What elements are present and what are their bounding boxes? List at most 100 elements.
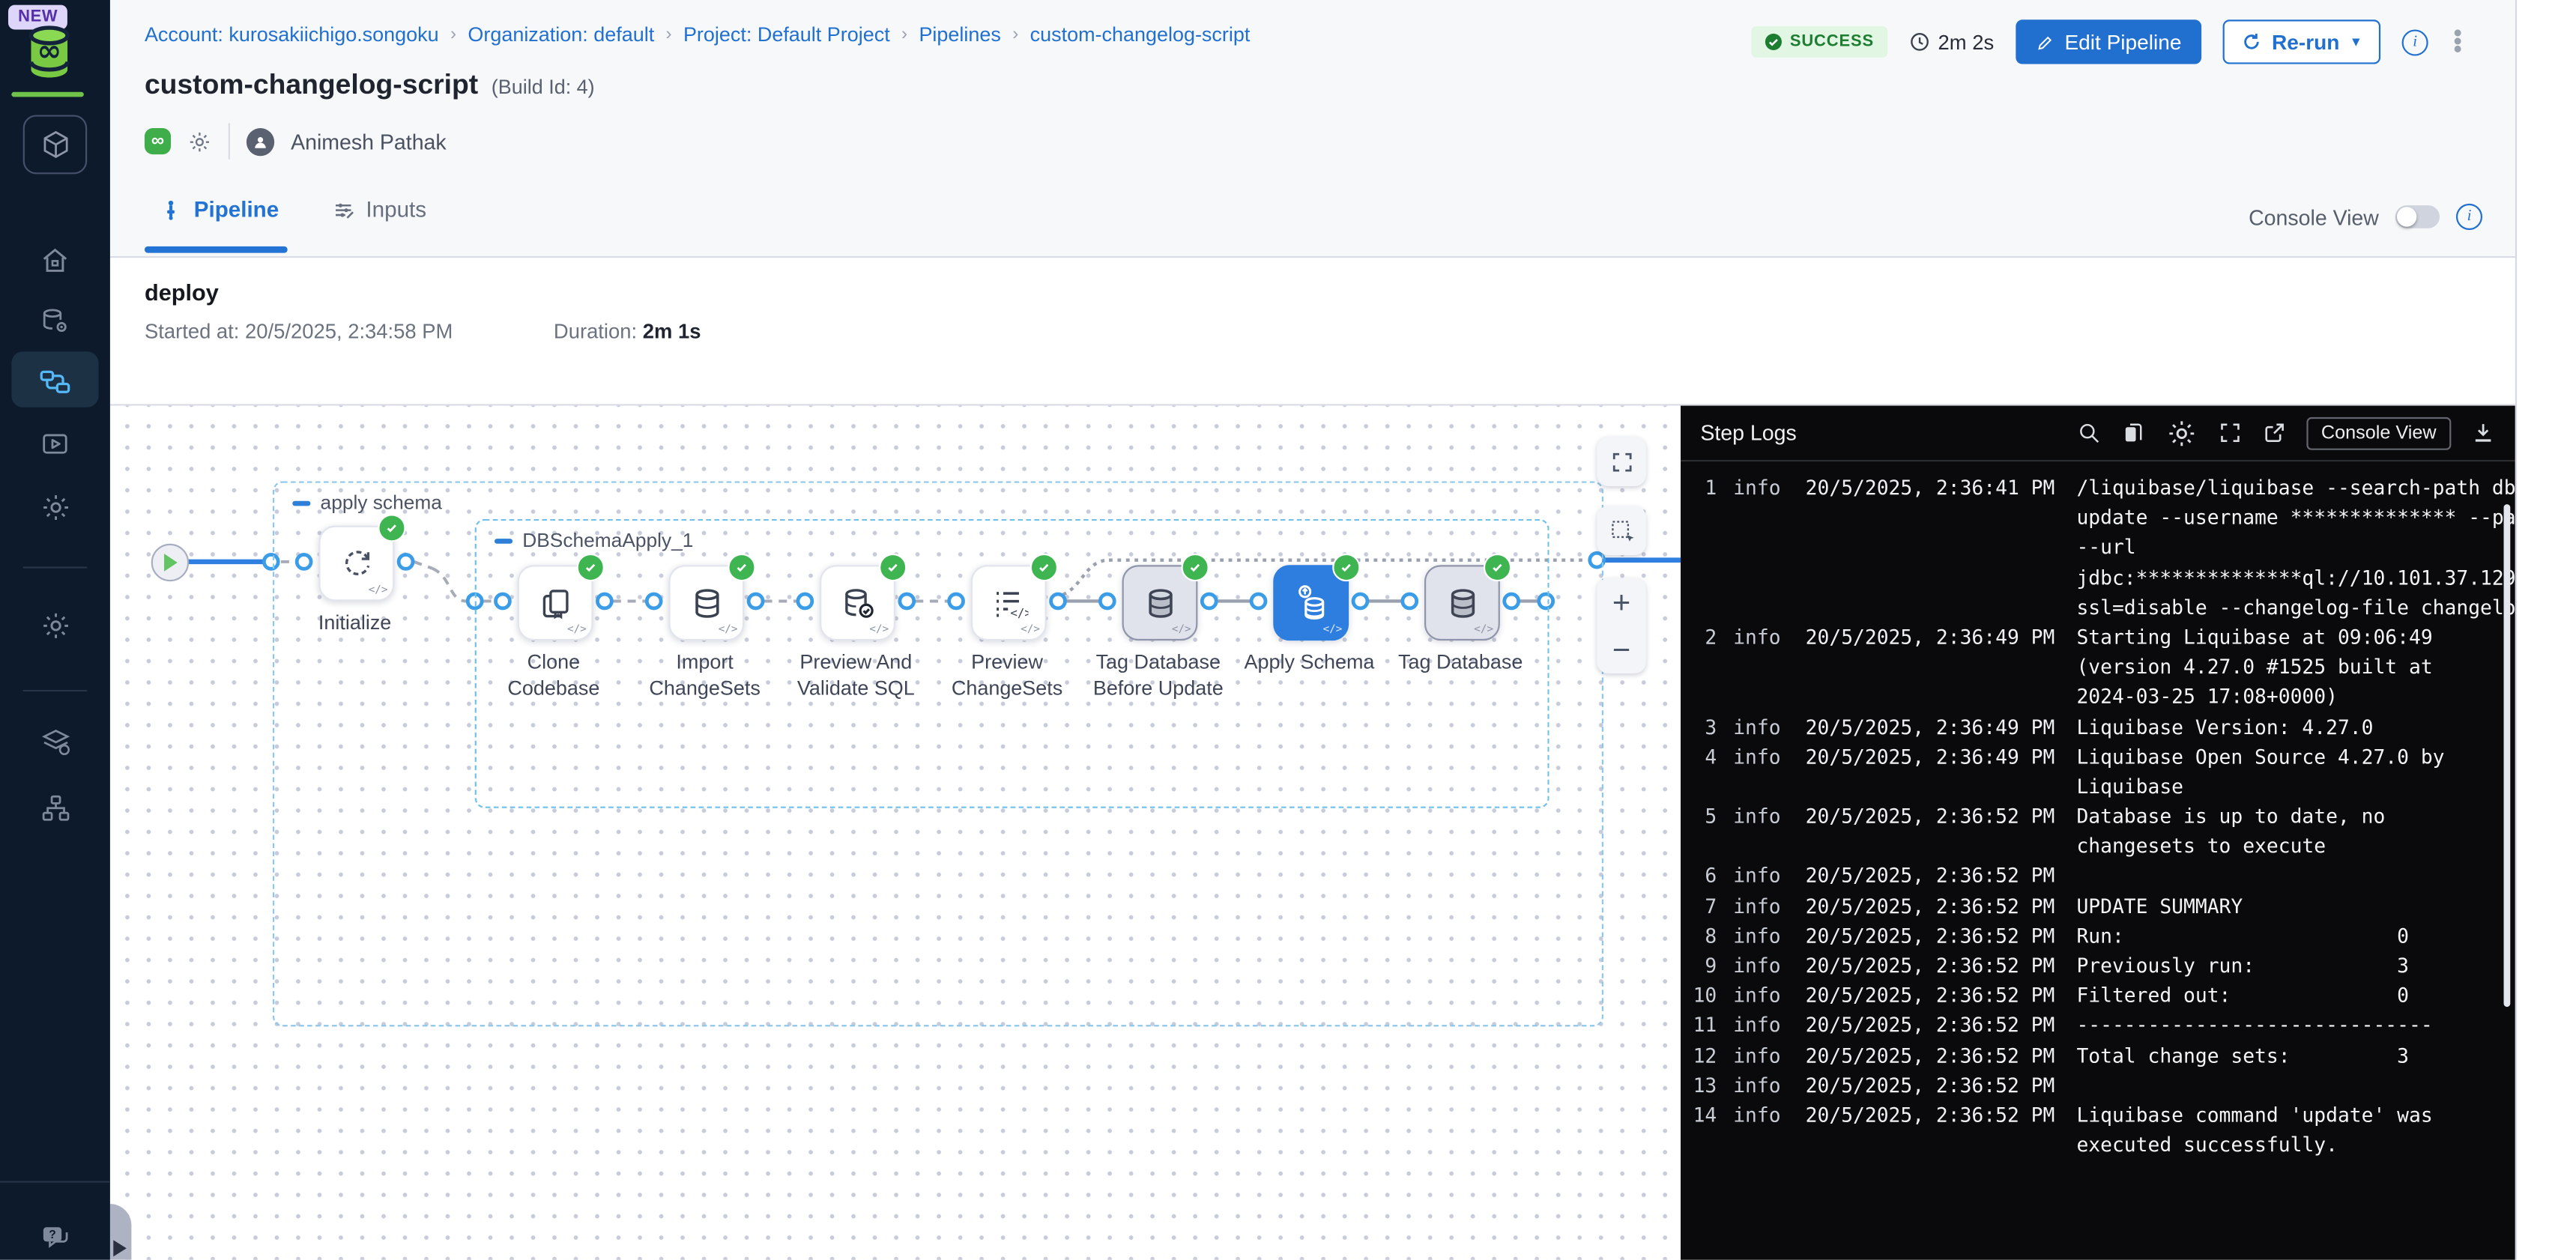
nav-pipelines[interactable] [0, 357, 110, 406]
gear-icon[interactable] [2165, 417, 2198, 449]
log-timestamp: 20/5/2025, 2:36:49 PM [1806, 623, 2075, 652]
breadcrumb-separator: › [901, 25, 907, 44]
download-icon[interactable] [2471, 420, 2496, 445]
pipeline-tab-icon [160, 198, 183, 221]
nav-project-settings[interactable] [0, 601, 110, 650]
step-success-badge [577, 554, 605, 581]
pipeline-canvas[interactable]: apply schemaDBSchemaApply_1 </>Initializ… [110, 406, 1681, 1260]
breadcrumb-link[interactable]: Project: Default Project [683, 23, 890, 46]
log-message: Database is up to date, nochangesets to … [2076, 802, 2385, 861]
nav-triggers[interactable] [0, 483, 110, 533]
log-scrollbar[interactable] [2504, 504, 2511, 1007]
step-label-tag-database: Tag Database [1370, 649, 1551, 675]
dbgear-icon [40, 305, 71, 336]
collapse-icon[interactable] [292, 500, 310, 506]
log-level: info [1733, 981, 1783, 1011]
build-id: (Build Id: 4) [492, 76, 595, 99]
log-level: info [1733, 473, 1783, 503]
page-title: custom-changelog-script [145, 69, 478, 102]
zoom-in-button[interactable]: + [1612, 589, 1630, 618]
module-selector[interactable] [23, 115, 88, 174]
console-view-label: Console View [2249, 205, 2379, 229]
nav-environments[interactable] [0, 718, 110, 767]
log-entry-10: 10info20/5/2025, 2:36:52 PMFiltered out:… [1681, 981, 2515, 1011]
stage-name: deploy [145, 279, 219, 306]
breadcrumb-separator: › [1012, 25, 1018, 44]
console-view-toggle[interactable] [2395, 205, 2440, 228]
breadcrumb-link[interactable]: Pipelines [919, 23, 1000, 46]
log-line-number: 9 [1681, 951, 1717, 981]
log-timestamp: 20/5/2025, 2:36:52 PM [1806, 1011, 2075, 1041]
breadcrumb-link[interactable]: Organization: default [468, 23, 654, 46]
log-line-number: 12 [1681, 1041, 1717, 1070]
copy-icon[interactable] [2120, 420, 2145, 445]
more-options-menu[interactable]: ••• [2449, 29, 2466, 54]
tab-inputs[interactable]: Inputs [331, 197, 426, 222]
log-line-number: 4 [1681, 742, 1717, 772]
refresh-icon [2240, 31, 2262, 53]
zoom-out-button[interactable]: − [1612, 640, 1630, 663]
step-logs-header: Step Logs Console View [1681, 406, 2515, 462]
refresh-icon [338, 545, 375, 582]
log-timestamp: 20/5/2025, 2:36:52 PM [1806, 981, 2075, 1011]
dbfill-icon [1141, 584, 1179, 621]
log-entry-3: 3info20/5/2025, 2:36:49 PMLiquibase Vers… [1681, 712, 2515, 742]
canvas-fullscreen-button[interactable] [1597, 437, 1646, 486]
collapse-icon[interactable] [495, 538, 513, 543]
log-entry-7: 7info20/5/2025, 2:36:52 PMUPDATE SUMMARY [1681, 891, 2515, 921]
log-line-number: 2 [1681, 623, 1717, 652]
log-line-number: 7 [1681, 891, 1717, 921]
canvas-selection-tool-button[interactable] [1597, 506, 1646, 555]
sidebar-divider [23, 690, 88, 691]
home-icon [40, 244, 71, 276]
status-badge: SUCCESS [1750, 26, 1887, 58]
dbcheck-icon [838, 584, 876, 621]
log-message: Previously run: 3 [2076, 951, 2409, 981]
svg-text:∞: ∞ [37, 34, 61, 68]
log-level: info [1733, 951, 1783, 981]
remote-pipeline-icon[interactable]: ∞ [145, 128, 171, 154]
database-devops-logo-icon[interactable]: ∞ [22, 23, 78, 91]
duration: Duration: 2m 1s [554, 321, 701, 344]
clock-icon [1908, 31, 1930, 53]
edit-pipeline-button[interactable]: Edit Pipeline [2016, 19, 2201, 64]
step-success-badge [1484, 554, 1511, 581]
sidebar: NEW ∞ ? [0, 0, 110, 1260]
breadcrumb-separator: › [450, 25, 456, 44]
active-tab-underline [145, 246, 288, 252]
started-at: Started at: 20/5/2025, 2:34:58 PM [145, 321, 453, 344]
step-success-badge [1181, 554, 1209, 581]
gear-icon [39, 491, 72, 524]
code-mark: </> [567, 623, 587, 636]
dbfill-icon [1443, 584, 1481, 621]
rerun-button[interactable]: Re-run ▼ [2222, 19, 2380, 64]
breadcrumb-separator: › [666, 25, 672, 44]
breadcrumb-link[interactable]: Account: kurosakiichigo.songoku [145, 23, 439, 46]
log-level: info [1733, 921, 1783, 951]
breadcrumb-link[interactable]: custom-changelog-script [1030, 23, 1251, 46]
external-icon[interactable] [2262, 420, 2287, 445]
tab-pipeline[interactable]: Pipeline [160, 197, 279, 222]
log-line-number: 8 [1681, 921, 1717, 951]
fullscreen-icon[interactable] [2218, 420, 2243, 445]
log-console-view-button[interactable]: Console View [2306, 417, 2451, 449]
pipeline-start-node[interactable] [151, 544, 189, 581]
nav-database[interactable] [0, 296, 110, 345]
clone-icon [536, 584, 574, 621]
log-entry-13: 13info20/5/2025, 2:36:52 PM [1681, 1070, 2515, 1100]
stage-group-dbschemaapply-label[interactable]: DBSchemaApply_1 [495, 529, 693, 552]
play-icon [163, 554, 178, 572]
nav-executions[interactable] [0, 419, 110, 468]
nav-help[interactable]: ? [0, 1212, 110, 1260]
search-icon[interactable] [2076, 420, 2101, 445]
stage-group-apply-schema-label[interactable]: apply schema [292, 491, 442, 515]
nav-home[interactable] [0, 235, 110, 285]
info-icon[interactable]: i [2402, 28, 2428, 55]
expand-console-arrow[interactable] [113, 1240, 127, 1256]
log-level: info [1733, 1100, 1783, 1130]
nav-services[interactable] [0, 784, 110, 833]
log-timestamp: 20/5/2025, 2:36:52 PM [1806, 951, 2075, 981]
logo-underline [11, 92, 83, 97]
gear-icon[interactable] [187, 129, 212, 154]
console-view-info-icon[interactable]: i [2456, 204, 2482, 230]
